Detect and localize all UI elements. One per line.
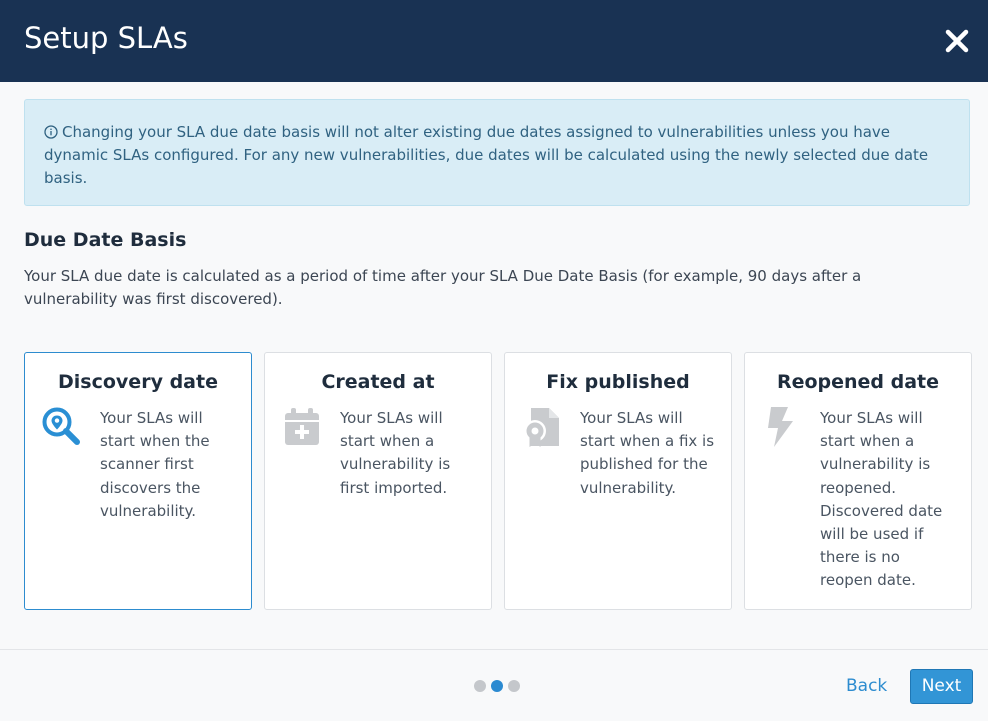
option-title: Fix published xyxy=(546,371,690,393)
option-description: Your SLAs will start when the scanner fi… xyxy=(100,409,210,520)
option-description: Your SLAs will start when a fix is publi… xyxy=(580,409,715,497)
search-location-icon xyxy=(42,407,80,445)
alert-text: Changing your SLA due date basis will no… xyxy=(44,123,929,187)
step-dot-active xyxy=(491,680,503,692)
close-icon xyxy=(945,29,969,53)
modal-header: Setup SLAs xyxy=(0,0,988,82)
due-date-basis-options: Discovery date Your SLAs will start when… xyxy=(24,352,972,610)
close-button[interactable] xyxy=(944,28,970,54)
option-card-discovery-date[interactable]: Discovery date Your SLAs will start when… xyxy=(24,352,252,610)
bolt-icon xyxy=(768,407,793,447)
option-card-fix-published[interactable]: Fix published Your SLAs will start when … xyxy=(504,352,732,610)
calendar-plus-icon xyxy=(285,408,319,445)
modal-title: Setup SLAs xyxy=(24,21,188,55)
next-button[interactable]: Next xyxy=(910,669,973,704)
section-title: Due Date Basis xyxy=(24,229,187,251)
file-certificate-icon xyxy=(524,408,559,447)
step-dot xyxy=(508,680,520,692)
option-description: Your SLAs will start when a vulnerabilit… xyxy=(820,409,943,590)
section-description: Your SLA due date is calculated as a per… xyxy=(24,267,862,308)
option-description: Your SLAs will start when a vulnerabilit… xyxy=(340,409,451,497)
step-indicator xyxy=(474,680,525,692)
setup-slas-modal: Setup SLAs Changing your SLA due date ba… xyxy=(0,0,988,721)
option-title: Created at xyxy=(321,371,435,393)
info-alert: Changing your SLA due date basis will no… xyxy=(24,99,970,206)
back-button[interactable]: Back xyxy=(846,673,887,699)
option-card-reopened-date[interactable]: Reopened date Your SLAs will start when … xyxy=(744,352,972,610)
step-dot xyxy=(474,680,486,692)
info-circle-icon xyxy=(44,125,58,139)
option-title: Discovery date xyxy=(58,371,218,393)
footer-divider xyxy=(0,649,988,650)
option-card-created-at[interactable]: Created at Your SLAs will start when a v… xyxy=(264,352,492,610)
option-title: Reopened date xyxy=(776,371,940,393)
